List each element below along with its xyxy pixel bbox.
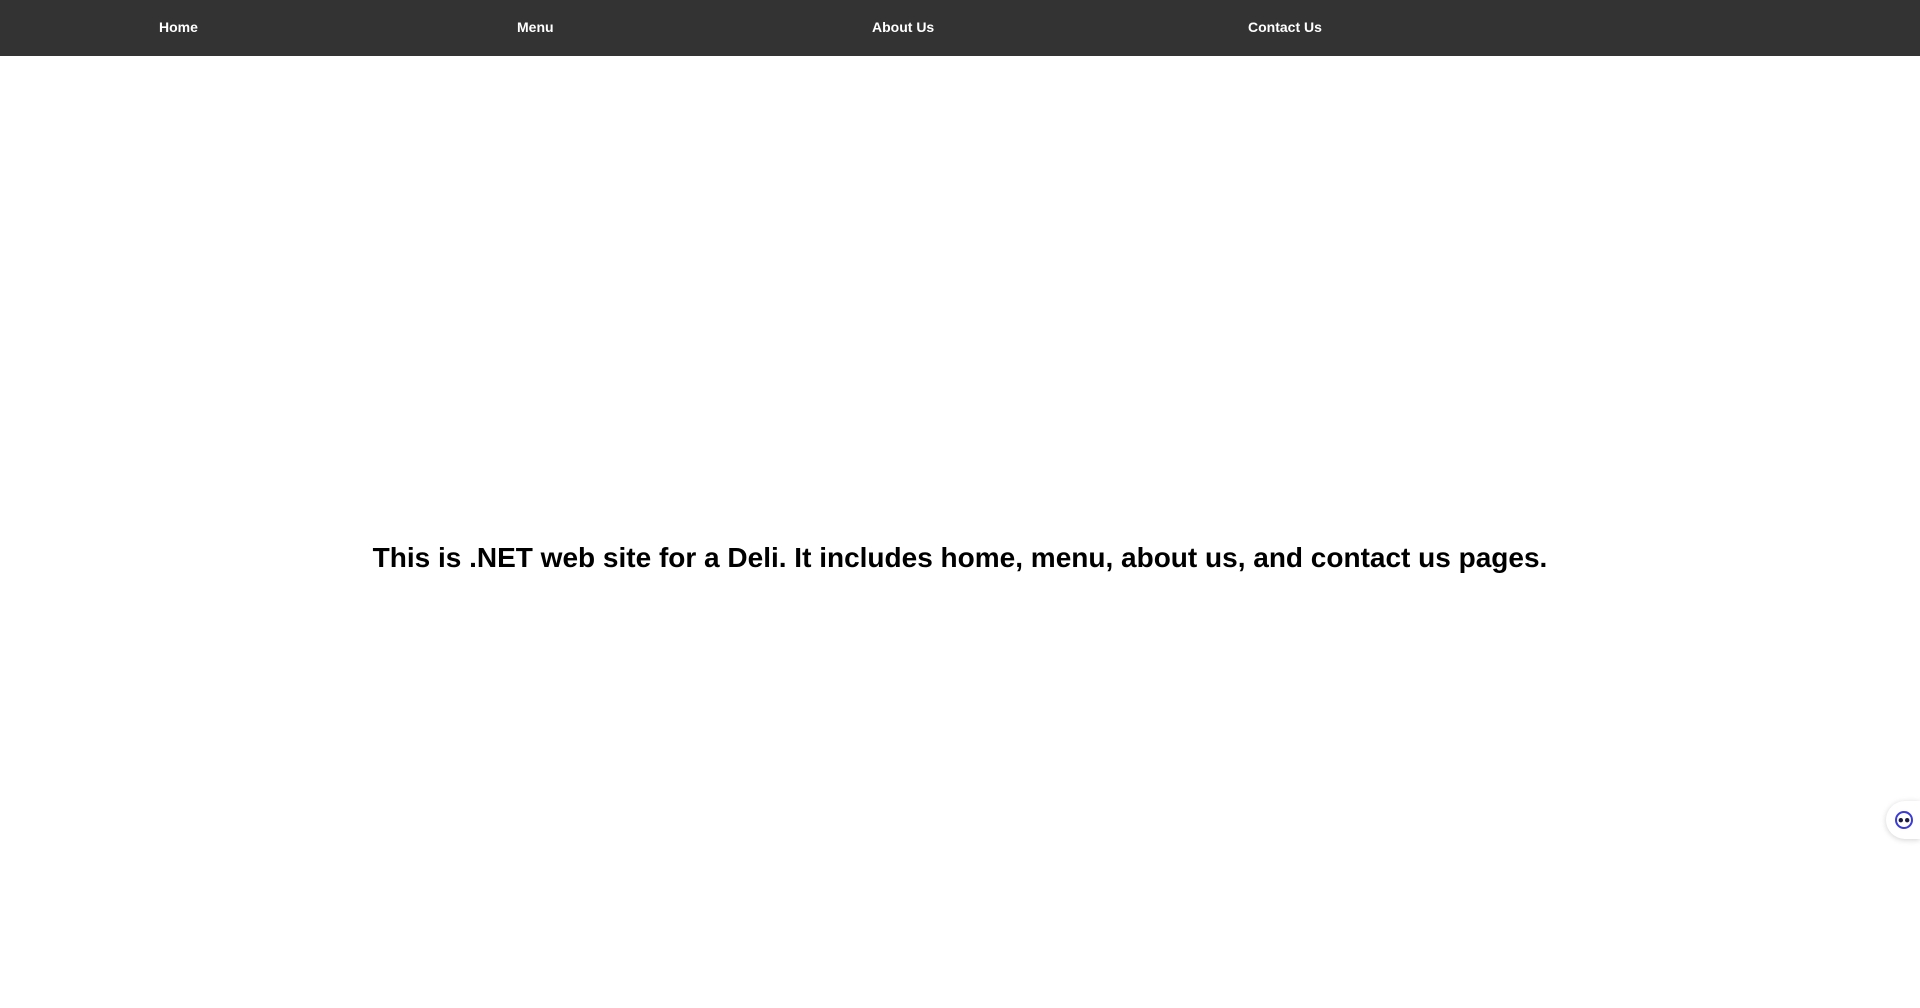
nav-home-link[interactable]: Home: [159, 0, 198, 56]
main-content: This is .NET web site for a Deli. It inc…: [0, 56, 1920, 1008]
top-navbar: Home Menu About Us Contact Us: [0, 0, 1920, 56]
nav-menu-link[interactable]: Menu: [517, 0, 554, 56]
assistant-face-icon: [1895, 811, 1913, 829]
assistant-widget-button[interactable]: [1886, 801, 1920, 839]
nav-contact-us-link[interactable]: Contact Us: [1248, 0, 1322, 56]
nav-about-us-link[interactable]: About Us: [872, 0, 934, 56]
site-intro-heading: This is .NET web site for a Deli. It inc…: [372, 542, 1548, 573]
